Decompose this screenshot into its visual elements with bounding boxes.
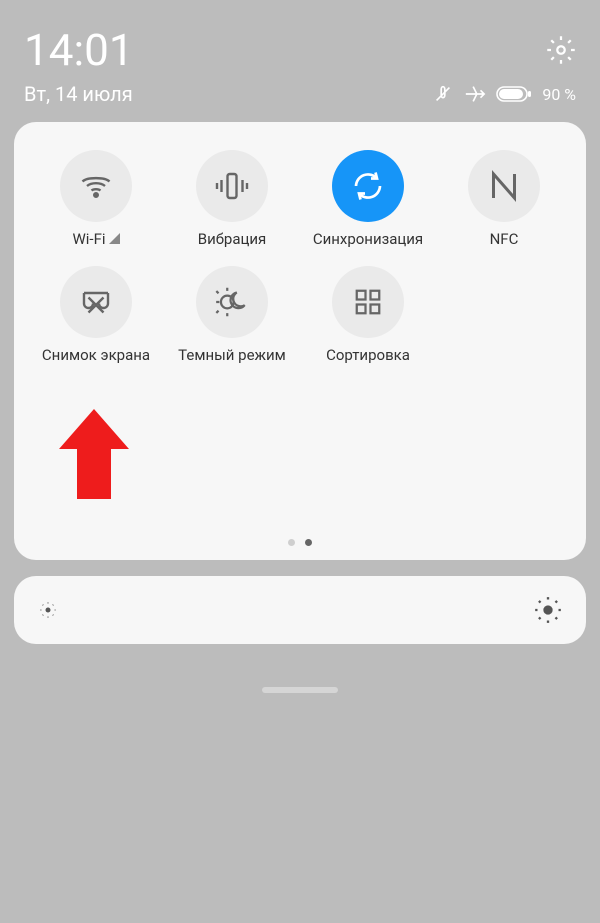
brightness-slider[interactable] (14, 576, 586, 644)
tile-label: Темный режим (178, 346, 286, 364)
sort-icon (332, 266, 404, 338)
tile-nfc[interactable]: NFC (440, 150, 568, 248)
wifi-icon (60, 150, 132, 222)
tile-sync[interactable]: Синхронизация (304, 150, 432, 248)
settings-gear-icon[interactable] (546, 35, 576, 65)
tile-label: Снимок экрана (42, 346, 150, 364)
tile-label: Вибрация (198, 230, 267, 248)
brightness-low-icon (38, 600, 58, 620)
status-bar: 14:01 Вт, 14 июля 90 % (0, 0, 600, 110)
page-indicator (288, 539, 312, 546)
brightness-high-icon (534, 596, 562, 624)
tile-label: Wi-Fi (72, 230, 119, 248)
clock-time: 14:01 (24, 24, 134, 76)
nfc-icon (468, 150, 540, 222)
battery-icon (496, 85, 532, 103)
tile-screenshot[interactable]: Снимок экрана (32, 266, 160, 364)
tile-darkmode[interactable]: Темный режим (168, 266, 296, 364)
mute-icon (432, 83, 454, 105)
status-icons: 90 % (432, 83, 576, 105)
tile-wifi[interactable]: Wi-Fi (32, 150, 160, 248)
tile-label: NFC (490, 230, 519, 248)
vibration-icon (196, 150, 268, 222)
sync-icon (332, 150, 404, 222)
tile-vibration[interactable]: Вибрация (168, 150, 296, 248)
darkmode-icon (196, 266, 268, 338)
tile-sort[interactable]: Сортировка (304, 266, 432, 364)
tile-label: Синхронизация (313, 230, 423, 248)
airplane-icon (464, 83, 486, 105)
status-date: Вт, 14 июля (24, 82, 133, 106)
page-dot (288, 539, 295, 546)
page-dot (305, 539, 312, 546)
screenshot-icon (60, 266, 132, 338)
annotation-arrow (59, 409, 129, 499)
tile-label: Сортировка (326, 346, 410, 364)
drag-handle[interactable] (262, 687, 338, 693)
battery-percent: 90 % (542, 85, 576, 104)
